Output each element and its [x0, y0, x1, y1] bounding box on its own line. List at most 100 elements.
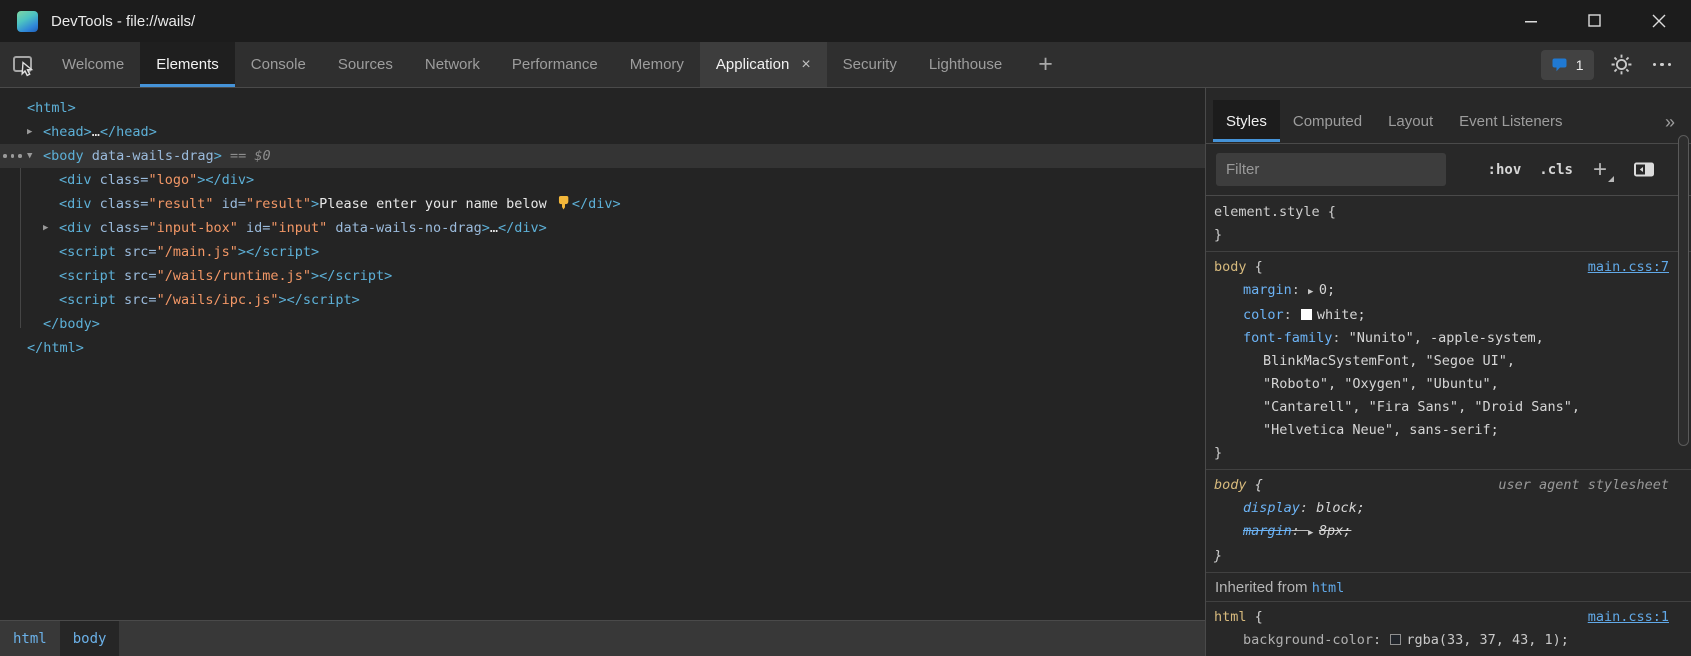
styles-sidebar: StylesComputedLayoutEvent Listeners» :ho… — [1205, 88, 1691, 656]
rule-selector[interactable]: body — [1214, 477, 1247, 493]
css-property-name[interactable]: margin — [1243, 523, 1292, 539]
element-classes-button[interactable]: .cls — [1539, 162, 1573, 178]
dom-tree-row[interactable]: </html> — [0, 336, 1205, 360]
dom-tree-row[interactable]: </body> — [0, 312, 1205, 336]
css-property-name[interactable]: font-family — [1243, 330, 1332, 346]
sidebar-tab-layout[interactable]: Layout — [1375, 100, 1446, 142]
computed-styles-sidebar-toggle-button[interactable] — [1633, 161, 1655, 178]
dom-tree-row[interactable]: ▶<div class="input-box" id="input" data-… — [0, 216, 1205, 240]
new-style-rule-button[interactable]: + — [1593, 158, 1607, 182]
tab-label: Console — [251, 56, 306, 73]
tab-label: Performance — [512, 56, 598, 73]
expand-arrow-icon[interactable]: ▶ — [43, 216, 48, 240]
dom-tree-row[interactable]: <script src="/main.js"></script> — [0, 240, 1205, 264]
dom-tree-row[interactable]: <script src="/wails/ipc.js"></script> — [0, 288, 1205, 312]
css-rule-section: body {main.css:7margin: ▶ 0;color: white… — [1206, 252, 1691, 470]
expand-arrow-icon[interactable]: ▼ — [27, 144, 32, 168]
dom-tree-row[interactable]: ▼<body data-wails-drag> == $0 — [0, 144, 1205, 168]
dom-tree-row[interactable]: <html> — [0, 96, 1205, 120]
dom-tree-row[interactable]: ▶<head>…</head> — [0, 120, 1205, 144]
inherited-element-link[interactable]: html — [1312, 580, 1345, 596]
maximize-button[interactable] — [1563, 0, 1627, 42]
breadcrumb-item-html[interactable]: html — [0, 621, 60, 656]
inspect-element-button[interactable] — [0, 42, 46, 87]
tab-label: Sources — [338, 56, 393, 73]
css-property-name[interactable]: background-color — [1243, 632, 1373, 648]
code-token: id — [238, 220, 262, 236]
css-property-name[interactable]: color — [1243, 307, 1284, 323]
stylesheet-link[interactable]: main.css:1 — [1588, 606, 1669, 629]
expand-arrow-icon[interactable]: ▶ — [27, 120, 32, 144]
settings-button[interactable] — [1610, 53, 1633, 76]
dom-rows: <html>▶<head>…</head>▼<body data-wails-d… — [0, 96, 1205, 360]
css-property-wrap-row: "Helvetica Neue", sans-serif; — [1206, 419, 1691, 442]
tab-network[interactable]: Network — [409, 42, 496, 87]
css-property-value[interactable]: "Cantarell", "Fira Sans", "Droid Sans", — [1263, 399, 1580, 415]
rule-selector-row: html {main.css:1 — [1206, 606, 1691, 629]
css-property-name[interactable]: display — [1243, 500, 1300, 516]
row-menu-dots-icon[interactable] — [3, 144, 22, 168]
expand-shorthand-icon[interactable]: ▶ — [1308, 528, 1319, 538]
code-token: ></script> — [238, 244, 319, 260]
css-property-value[interactable]: 8px; — [1319, 523, 1352, 539]
dom-tree-row[interactable]: <script src="/wails/runtime.js"></script… — [0, 264, 1205, 288]
rule-selector[interactable]: body — [1214, 259, 1247, 275]
sidebar-tabs: StylesComputedLayoutEvent Listeners» — [1206, 88, 1691, 144]
tab-console[interactable]: Console — [235, 42, 322, 87]
color-swatch[interactable] — [1301, 309, 1312, 320]
code-token: id — [213, 196, 237, 212]
css-rule-section: element.style {} — [1206, 197, 1691, 252]
css-property-value[interactable]: BlinkMacSystemFont, "Segoe UI", — [1263, 353, 1515, 369]
devtools-tab-bar: WelcomeElements Console Sources Network Perf… — [0, 42, 1691, 88]
css-property-value[interactable]: "Roboto", "Oxygen", "Ubuntu", — [1263, 376, 1499, 392]
code-token: == $0 — [222, 148, 271, 164]
tab-application[interactable]: Application× — [700, 42, 827, 87]
code-token: > — [214, 148, 222, 164]
css-property-value[interactable]: "Helvetica Neue", sans-serif; — [1263, 422, 1499, 438]
code-token: = — [148, 292, 156, 308]
issues-counter-button[interactable]: 1 — [1541, 50, 1594, 80]
tab-label: Network — [425, 56, 480, 73]
code-token: ></script> — [311, 268, 392, 284]
title-bar: DevTools - file://wails/ — [0, 0, 1691, 42]
css-property-value[interactable]: "Nunito", -apple-system, — [1349, 330, 1544, 346]
rule-selector[interactable]: html — [1214, 609, 1247, 625]
sidebar-tab-styles[interactable]: Styles — [1213, 100, 1280, 142]
sidebar-tab-computed[interactable]: Computed — [1280, 100, 1375, 142]
tab-elements[interactable]: Elements — [140, 42, 235, 87]
tab-sources[interactable]: Sources — [322, 42, 409, 87]
rule-selector[interactable]: element.style — [1214, 204, 1320, 220]
css-property-value[interactable]: white; — [1317, 307, 1366, 323]
tab-performance[interactable]: Performance — [496, 42, 614, 87]
tab-label: Security — [843, 56, 897, 73]
color-swatch[interactable] — [1390, 634, 1401, 645]
expand-shorthand-icon[interactable]: ▶ — [1308, 287, 1319, 297]
stylesheet-link[interactable]: main.css:7 — [1588, 256, 1669, 279]
code-token: <div — [59, 172, 92, 188]
more-tabs-button[interactable]: + — [1018, 42, 1073, 87]
tab-memory[interactable]: Memory — [614, 42, 700, 87]
tab-welcome[interactable]: Welcome — [46, 42, 140, 87]
css-property-value[interactable]: 0; — [1319, 282, 1335, 298]
customize-devtools-button[interactable] — [1649, 59, 1676, 71]
toggle-element-state-button[interactable]: :hov — [1488, 162, 1522, 178]
code-token: </body> — [43, 316, 100, 332]
code-token: src — [116, 268, 149, 284]
rule-selector-row: body {user agent stylesheet — [1206, 474, 1691, 497]
breadcrumb-item-body[interactable]: body — [60, 621, 120, 656]
close-button[interactable] — [1627, 0, 1691, 42]
css-property-value[interactable]: rgba(33, 37, 43, 1); — [1406, 632, 1569, 648]
styles-filter-input[interactable] — [1216, 153, 1446, 186]
tab-close-icon[interactable]: × — [801, 57, 810, 73]
css-property-value[interactable]: block; — [1316, 500, 1365, 516]
tab-lighthouse[interactable]: Lighthouse — [913, 42, 1018, 87]
styles-scrollbar-thumb[interactable] — [1678, 135, 1689, 446]
css-property-name[interactable]: margin — [1243, 282, 1292, 298]
tab-security[interactable]: Security — [827, 42, 913, 87]
close-brace: } — [1214, 445, 1222, 461]
minimize-button[interactable] — [1499, 0, 1563, 42]
sidebar-tab-event-listeners[interactable]: Event Listeners — [1446, 100, 1575, 142]
colon: : — [1332, 330, 1348, 346]
dom-tree-row[interactable]: <div class="result" id="result">Please e… — [0, 192, 1205, 216]
dom-tree-row[interactable]: <div class="logo"></div> — [0, 168, 1205, 192]
